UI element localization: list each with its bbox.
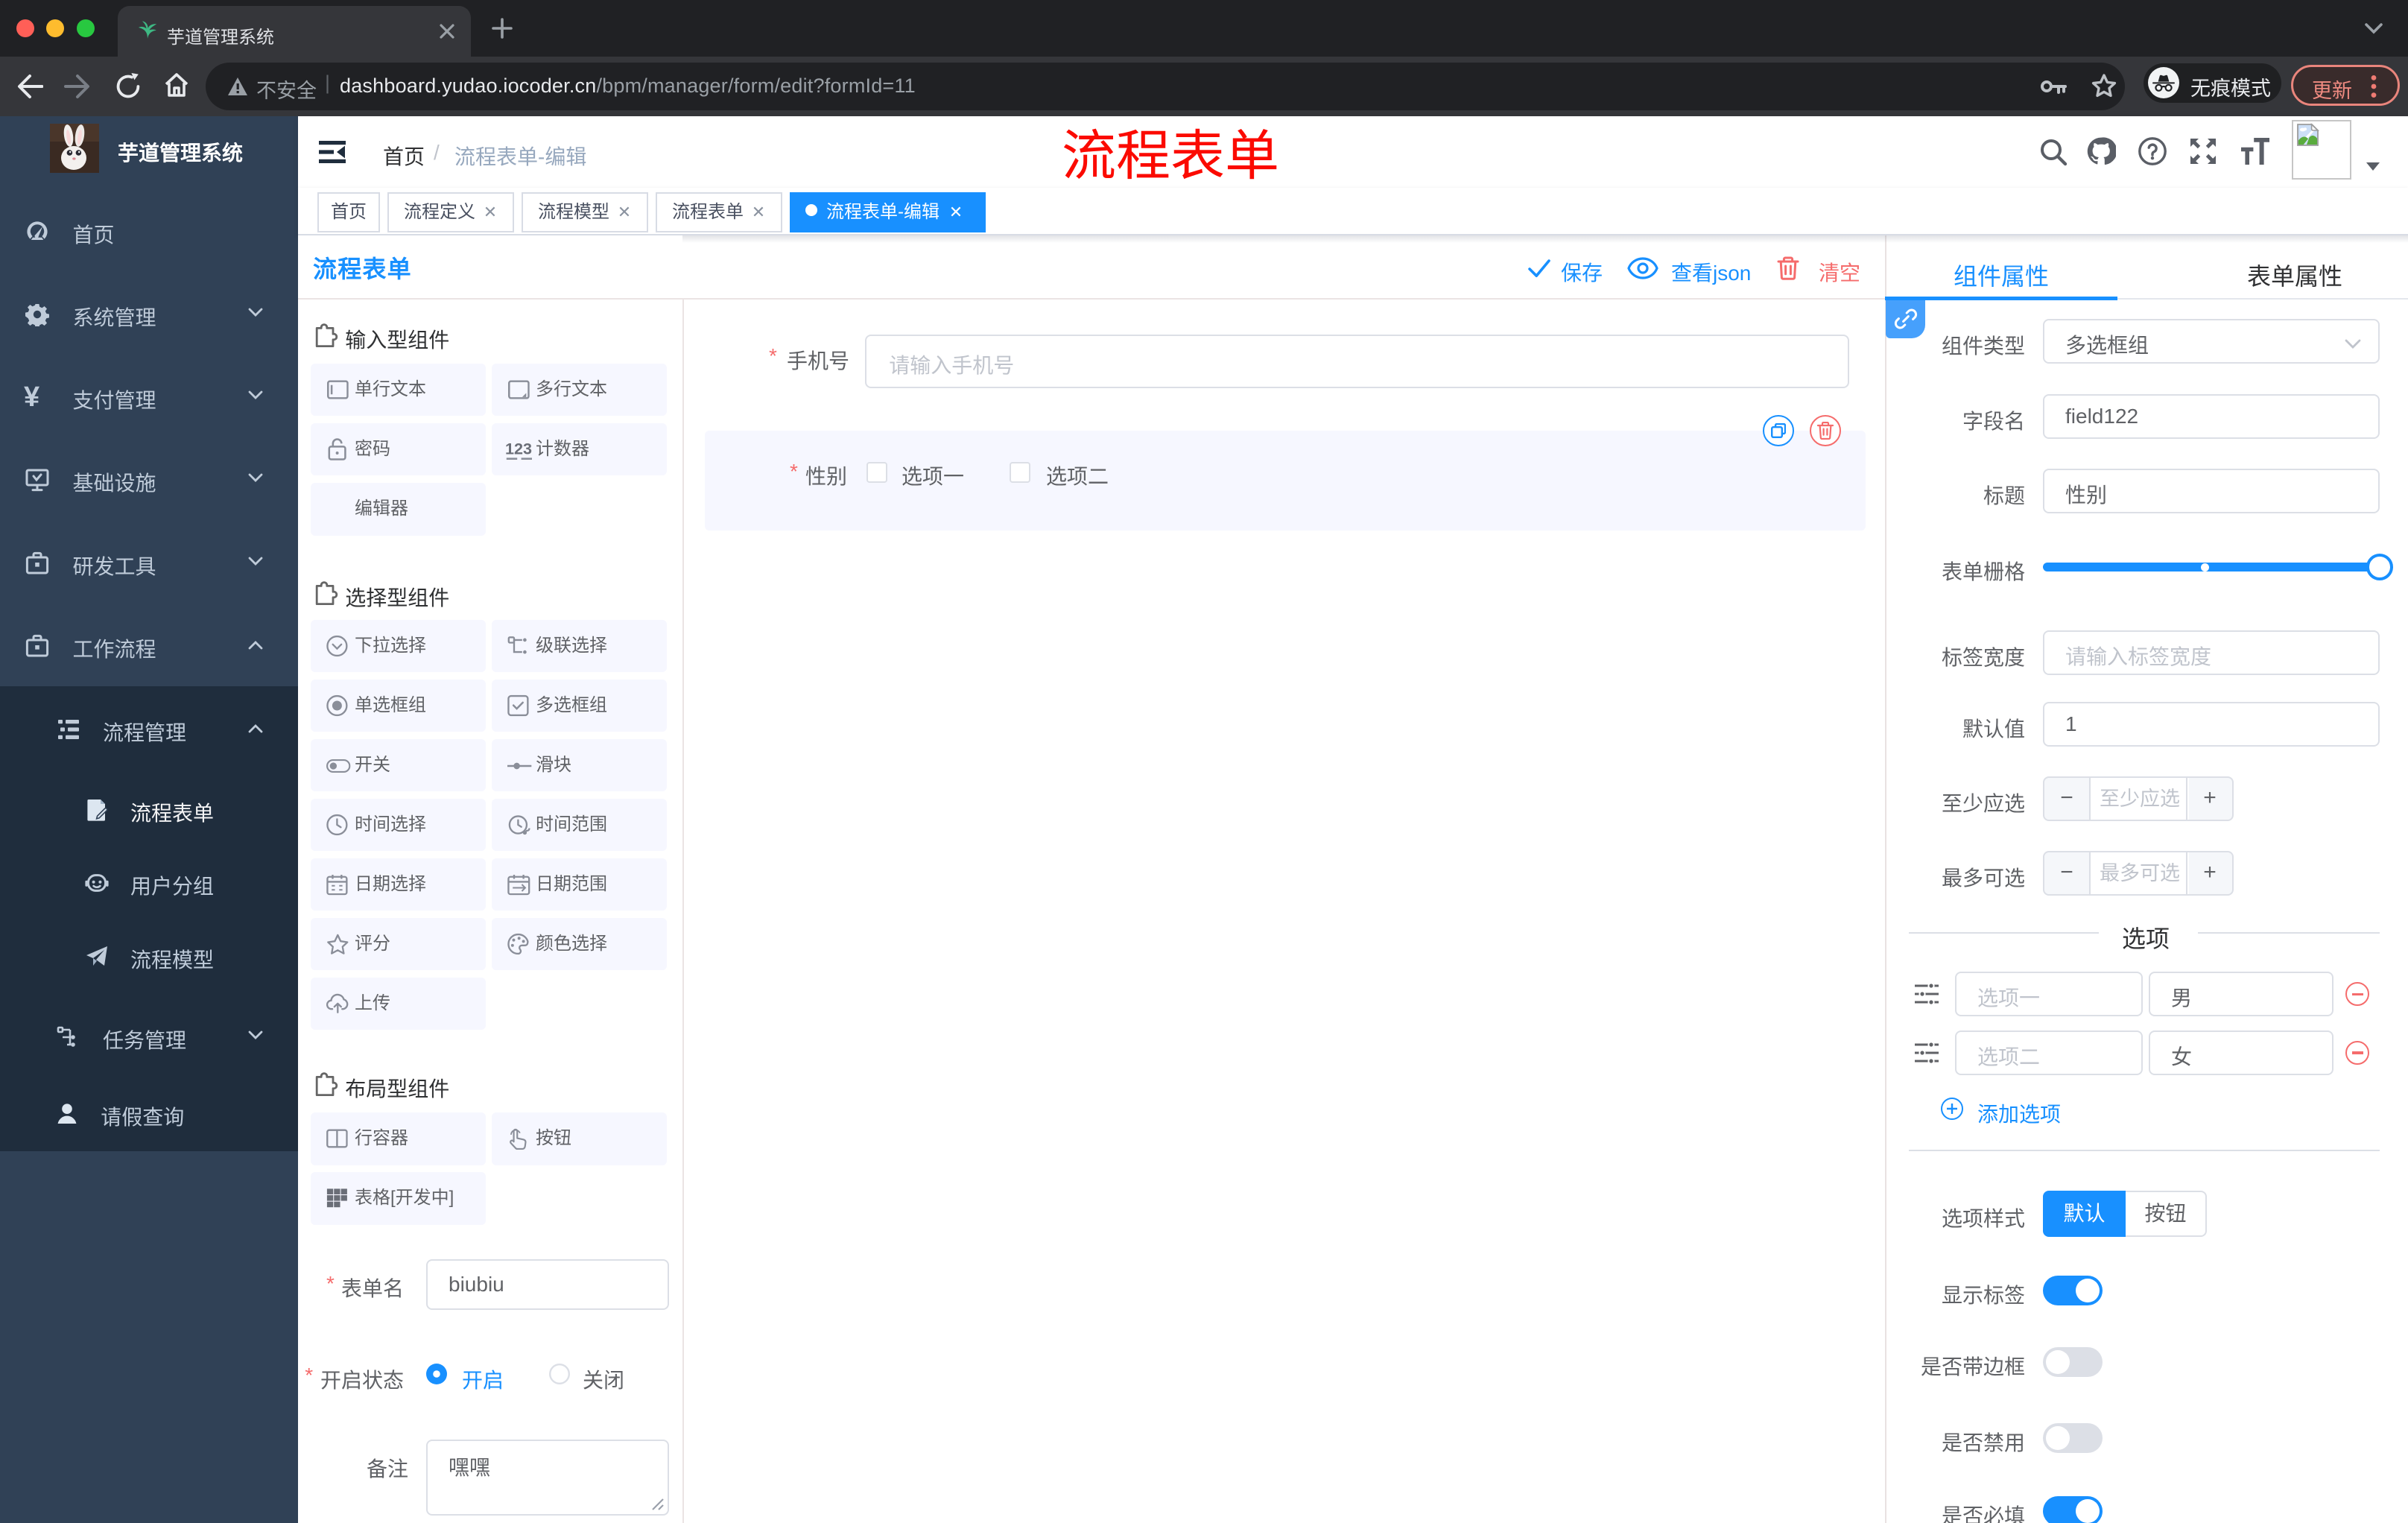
svg-text:123: 123: [505, 439, 532, 457]
